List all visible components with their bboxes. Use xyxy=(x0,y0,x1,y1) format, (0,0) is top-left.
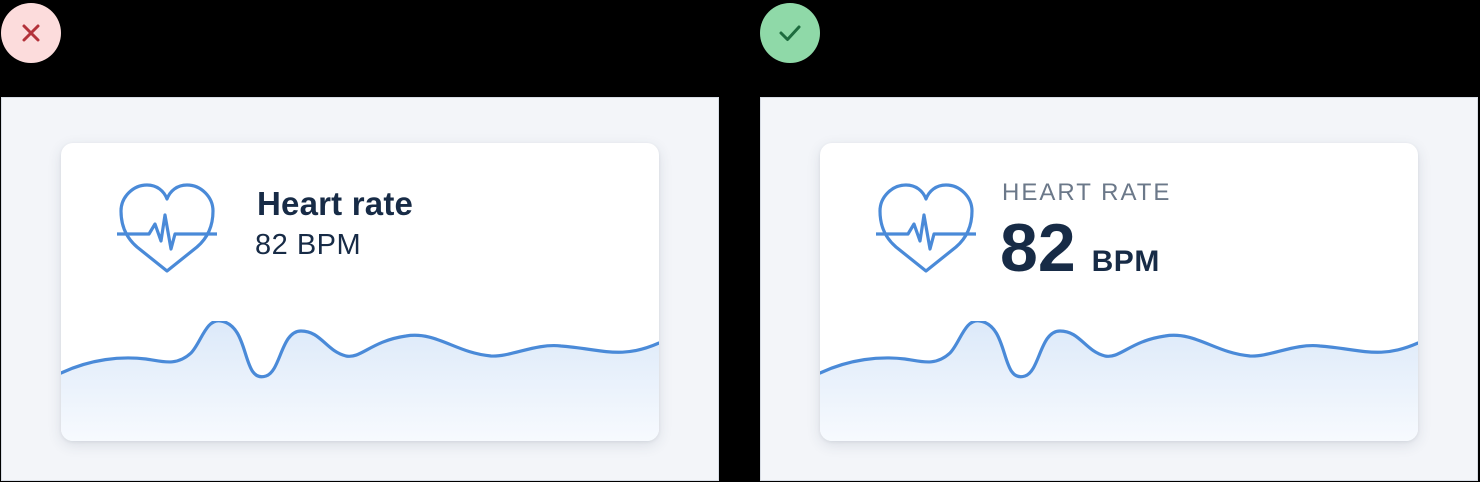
incorrect-badge xyxy=(1,3,61,63)
metric-label: HEART RATE xyxy=(1002,179,1172,206)
heart-rate-card: HEART RATE 82 BPM xyxy=(820,143,1418,441)
metric-value: 82 BPM xyxy=(255,229,362,261)
heart-rate-icon xyxy=(117,183,217,273)
metric-value: 82 BPM xyxy=(1000,209,1160,287)
close-icon xyxy=(22,24,40,42)
incorrect-example-panel: Heart rate 82 BPM xyxy=(1,97,719,481)
metric-unit: BPM xyxy=(1091,245,1160,278)
metric-number: 82 xyxy=(1000,210,1076,286)
correct-badge xyxy=(760,3,820,63)
check-icon xyxy=(779,25,801,41)
heart-rate-wave xyxy=(61,321,659,441)
heart-rate-wave xyxy=(820,321,1418,441)
correct-example-panel: HEART RATE 82 BPM xyxy=(760,97,1478,481)
heart-rate-card: Heart rate 82 BPM xyxy=(61,143,659,441)
heart-rate-icon xyxy=(876,183,976,273)
metric-title: Heart rate xyxy=(257,185,414,222)
